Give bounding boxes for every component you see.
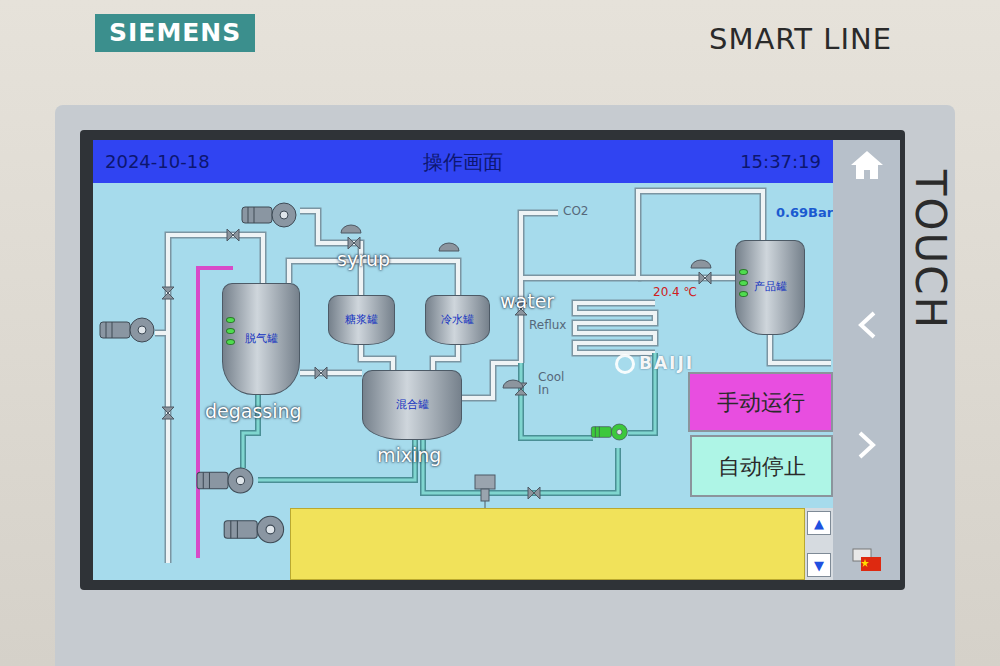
next-icon[interactable] — [856, 430, 878, 460]
pump[interactable] — [98, 315, 158, 345]
hmi-screen: 2024-10-18 操作画面 15:37:19 — [93, 140, 900, 580]
temperature-reading: 20.4 ℃ — [653, 283, 697, 301]
watermark-text: BAIJI — [639, 351, 694, 377]
pipe-label: CO2 — [563, 205, 588, 218]
level-light — [739, 280, 748, 286]
language-flag-icon[interactable] — [851, 547, 883, 573]
touch-strip: TOUCH — [905, 130, 955, 666]
pipe-label: Cool In — [538, 371, 570, 397]
watermark-logo-icon — [615, 354, 635, 374]
tank[interactable]: 糖浆罐 — [328, 295, 395, 345]
control-button-label: 自动停止 — [718, 450, 806, 483]
pressure-reading: 0.69Bar — [776, 203, 833, 223]
level-light — [226, 317, 235, 323]
annotation-label: degassing — [205, 397, 302, 426]
annotation-label: syrup — [337, 245, 390, 274]
level-lights — [226, 317, 235, 345]
header-time: 15:37:19 — [503, 148, 821, 175]
touch-label: TOUCH — [899, 170, 962, 330]
main-area: 2024-10-18 操作画面 15:37:19 — [93, 140, 833, 580]
bezel: 2024-10-18 操作画面 15:37:19 — [55, 105, 955, 666]
tank-label: 混合罐 — [396, 399, 429, 411]
side-nav — [833, 140, 900, 580]
tank-label: 产品罐 — [754, 281, 787, 293]
header-title: 操作画面 — [423, 147, 503, 177]
alarm-panel: ▲▼ — [290, 508, 833, 580]
level-lights — [739, 269, 748, 297]
home-icon[interactable] — [849, 149, 885, 181]
level-light — [226, 328, 235, 334]
header-bar: 2024-10-18 操作画面 15:37:19 — [93, 140, 833, 183]
level-light — [226, 339, 235, 345]
tank-label: 糖浆罐 — [345, 314, 378, 326]
annotation-label: mixing — [377, 441, 441, 470]
tank[interactable]: 产品罐 — [735, 240, 805, 335]
tank[interactable]: 混合罐 — [362, 370, 462, 440]
scroll-down-button[interactable]: ▼ — [807, 553, 831, 577]
pump[interactable] — [590, 419, 630, 439]
tank-label: 脱气罐 — [245, 333, 278, 345]
annotation-label: water — [500, 287, 554, 316]
pump[interactable] — [195, 465, 257, 496]
pipe-label: Reflux — [529, 319, 566, 332]
level-light — [739, 269, 748, 275]
header-date: 2024-10-18 — [105, 148, 423, 175]
process-diagram: 脱气罐 糖浆罐 冷水罐混合罐 产品罐 CO2 Reflux Cool In 0.69Bar 20… — [93, 183, 833, 580]
tank[interactable]: 冷水罐 — [425, 295, 490, 345]
pump[interactable] — [240, 200, 300, 230]
tank[interactable]: 脱气罐 — [222, 283, 300, 395]
control-button[interactable]: 自动停止 — [690, 435, 833, 497]
model-name: SMART LINE — [709, 18, 892, 62]
control-button-label: 手动运行 — [717, 386, 805, 419]
bezel-top: SIEMENS SMART LINE — [0, 0, 1000, 105]
alarm-list[interactable] — [290, 508, 805, 580]
level-light — [739, 291, 748, 297]
pump[interactable] — [222, 513, 288, 546]
siemens-logo: SIEMENS — [95, 14, 255, 52]
scroll-up-button[interactable]: ▲ — [807, 511, 831, 535]
alarm-scrollbar: ▲▼ — [805, 508, 833, 580]
screen-frame: 2024-10-18 操作画面 15:37:19 — [80, 130, 905, 590]
previous-icon[interactable] — [856, 310, 878, 340]
watermark: BAIJI — [615, 351, 694, 377]
control-button[interactable]: 手动运行 — [688, 372, 833, 432]
tank-label: 冷水罐 — [441, 314, 474, 326]
